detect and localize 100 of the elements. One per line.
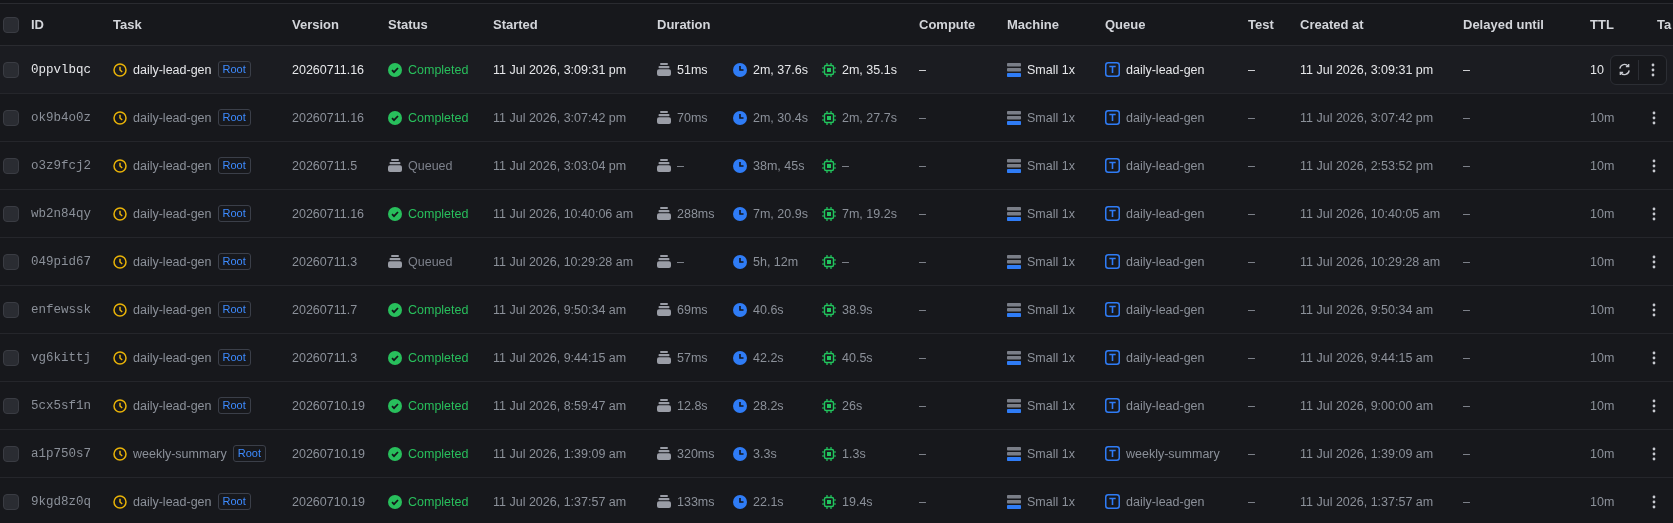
queue-name: daily-lead-gen [1126,206,1205,221]
run-id[interactable]: wb2n84qy [31,206,91,221]
column-header[interactable]: Task [113,17,142,32]
run-id[interactable]: a1p750s7 [31,446,91,461]
test-value: – [1248,302,1255,317]
task-name: daily-lead-gen [133,206,212,221]
column-header[interactable]: Machine [1007,17,1059,32]
started-time: 11 Jul 2026, 10:40:06 am [493,206,634,221]
delayed-until: – [1463,350,1470,365]
column-header[interactable]: Duration [657,17,711,32]
delayed-until: – [1463,254,1470,269]
run-id[interactable]: ok9b4o0z [31,110,91,125]
column-header[interactable]: Status [388,17,428,32]
row-checkbox[interactable] [3,397,19,414]
machine-name: Small 1x [1027,350,1075,365]
ttl-value: 10 [1590,62,1604,77]
check-circle-icon [388,62,402,77]
delayed-until: – [1463,494,1470,509]
column-header[interactable]: Compute [919,17,976,32]
compute-duration: 19.4s [842,494,873,509]
machine-name: Small 1x [1027,494,1075,509]
row-checkbox[interactable] [3,109,19,126]
run-id[interactable]: 9kgd8z0q [31,494,91,509]
created-time: 11 Jul 2026, 9:50:34 am [1300,302,1434,317]
row-checkbox[interactable] [3,301,19,318]
column-header[interactable]: Test [1248,17,1274,32]
run-id[interactable]: 0ppvlbqc [31,62,91,77]
column-header[interactable]: Ta [1657,17,1672,32]
run-id[interactable]: o3z9fcj2 [31,158,91,173]
run-id[interactable]: vg6kittj [31,350,91,365]
queued-duration: 320ms [677,446,715,461]
clock-icon [113,158,127,173]
compute-duration: 1.3s [842,446,866,461]
stack-icon [657,399,671,412]
stack-icon [657,111,671,124]
run-id[interactable]: 5cx5sf1n [31,398,91,413]
clock-icon [733,302,747,317]
column-header[interactable]: TTL [1590,17,1614,32]
column-header[interactable]: Queue [1105,17,1146,32]
row-checkbox[interactable] [3,253,19,270]
row-checkbox[interactable] [3,61,19,78]
queue-name: daily-lead-gen [1126,62,1205,77]
task-queue-icon [1105,254,1120,269]
column-header[interactable]: Version [292,17,339,32]
server-icon [1007,398,1021,413]
status-label: Completed [408,446,469,461]
row-checkbox[interactable] [3,349,19,366]
delayed-until: – [1463,158,1470,173]
test-value: – [1248,254,1255,269]
status-label: Completed [408,302,469,317]
row-checkbox[interactable] [3,493,19,510]
run-duration: 7m, 20.9s [753,206,808,221]
compute-duration: – [842,158,849,173]
table-row[interactable]: 0ppvlbqc daily-lead-gen Root 20260711.16 Completed 11 Jul 2026, 3:09:31 pm 51ms 2m, 37.6s 2m, 35.1s – Small 1x daily-lead-gen – 11 Jul 2026, 3:09:31 pm – 10 [0,46,1673,94]
cpu-icon [822,398,836,413]
task-queue-icon [1105,110,1120,125]
task-queue-icon [1105,62,1120,77]
ttl-value: 10m [1590,254,1615,269]
column-header[interactable]: ID [31,17,44,32]
cpu-icon [822,302,836,317]
run-id[interactable]: 049pid67 [31,254,91,269]
run-duration: 22.1s [753,494,784,509]
started-time: 11 Jul 2026, 3:03:04 pm [493,158,627,173]
queue-name: daily-lead-gen [1126,302,1205,317]
queued-duration: 69ms [677,302,708,317]
server-icon [1007,110,1021,125]
column-header[interactable]: Created at [1300,17,1364,32]
ttl-value: 10m [1590,302,1615,317]
version: 20260711.3 [292,254,358,269]
more-icon [1651,254,1656,269]
stack-icon [657,207,671,220]
clock-icon [733,206,747,221]
column-header[interactable]: Started [493,17,538,32]
started-time: 11 Jul 2026, 3:07:42 pm [493,110,627,125]
run-duration: 5h, 12m [753,254,799,269]
started-time: 11 Jul 2026, 9:50:34 am [493,302,627,317]
started-time: 11 Jul 2026, 1:39:09 am [493,446,627,461]
test-value: – [1248,206,1255,221]
ttl-value: 10m [1590,398,1615,413]
select-all-checkbox[interactable] [3,16,19,33]
server-icon [1007,158,1021,173]
compute-value: – [919,110,926,125]
task-name: daily-lead-gen [133,302,212,317]
compute-duration: 2m, 35.1s [842,62,897,77]
compute-value: – [919,398,926,413]
status-label: Queued [408,158,453,173]
row-checkbox[interactable] [3,445,19,462]
more-icon [1651,350,1656,365]
row-checkbox[interactable] [3,205,19,222]
run-id[interactable]: enfewssk [31,302,91,317]
cpu-icon [822,494,836,509]
delayed-until: – [1463,302,1470,317]
delayed-until: – [1463,110,1470,125]
run-duration: 38m, 45s [753,158,805,173]
queued-duration: 12.8s [677,398,708,413]
column-header[interactable]: Delayed until [1463,17,1544,32]
row-checkbox[interactable] [3,157,19,174]
clock-icon [733,110,747,125]
compute-duration: 38.9s [842,302,873,317]
root-tag: Root [217,109,251,126]
